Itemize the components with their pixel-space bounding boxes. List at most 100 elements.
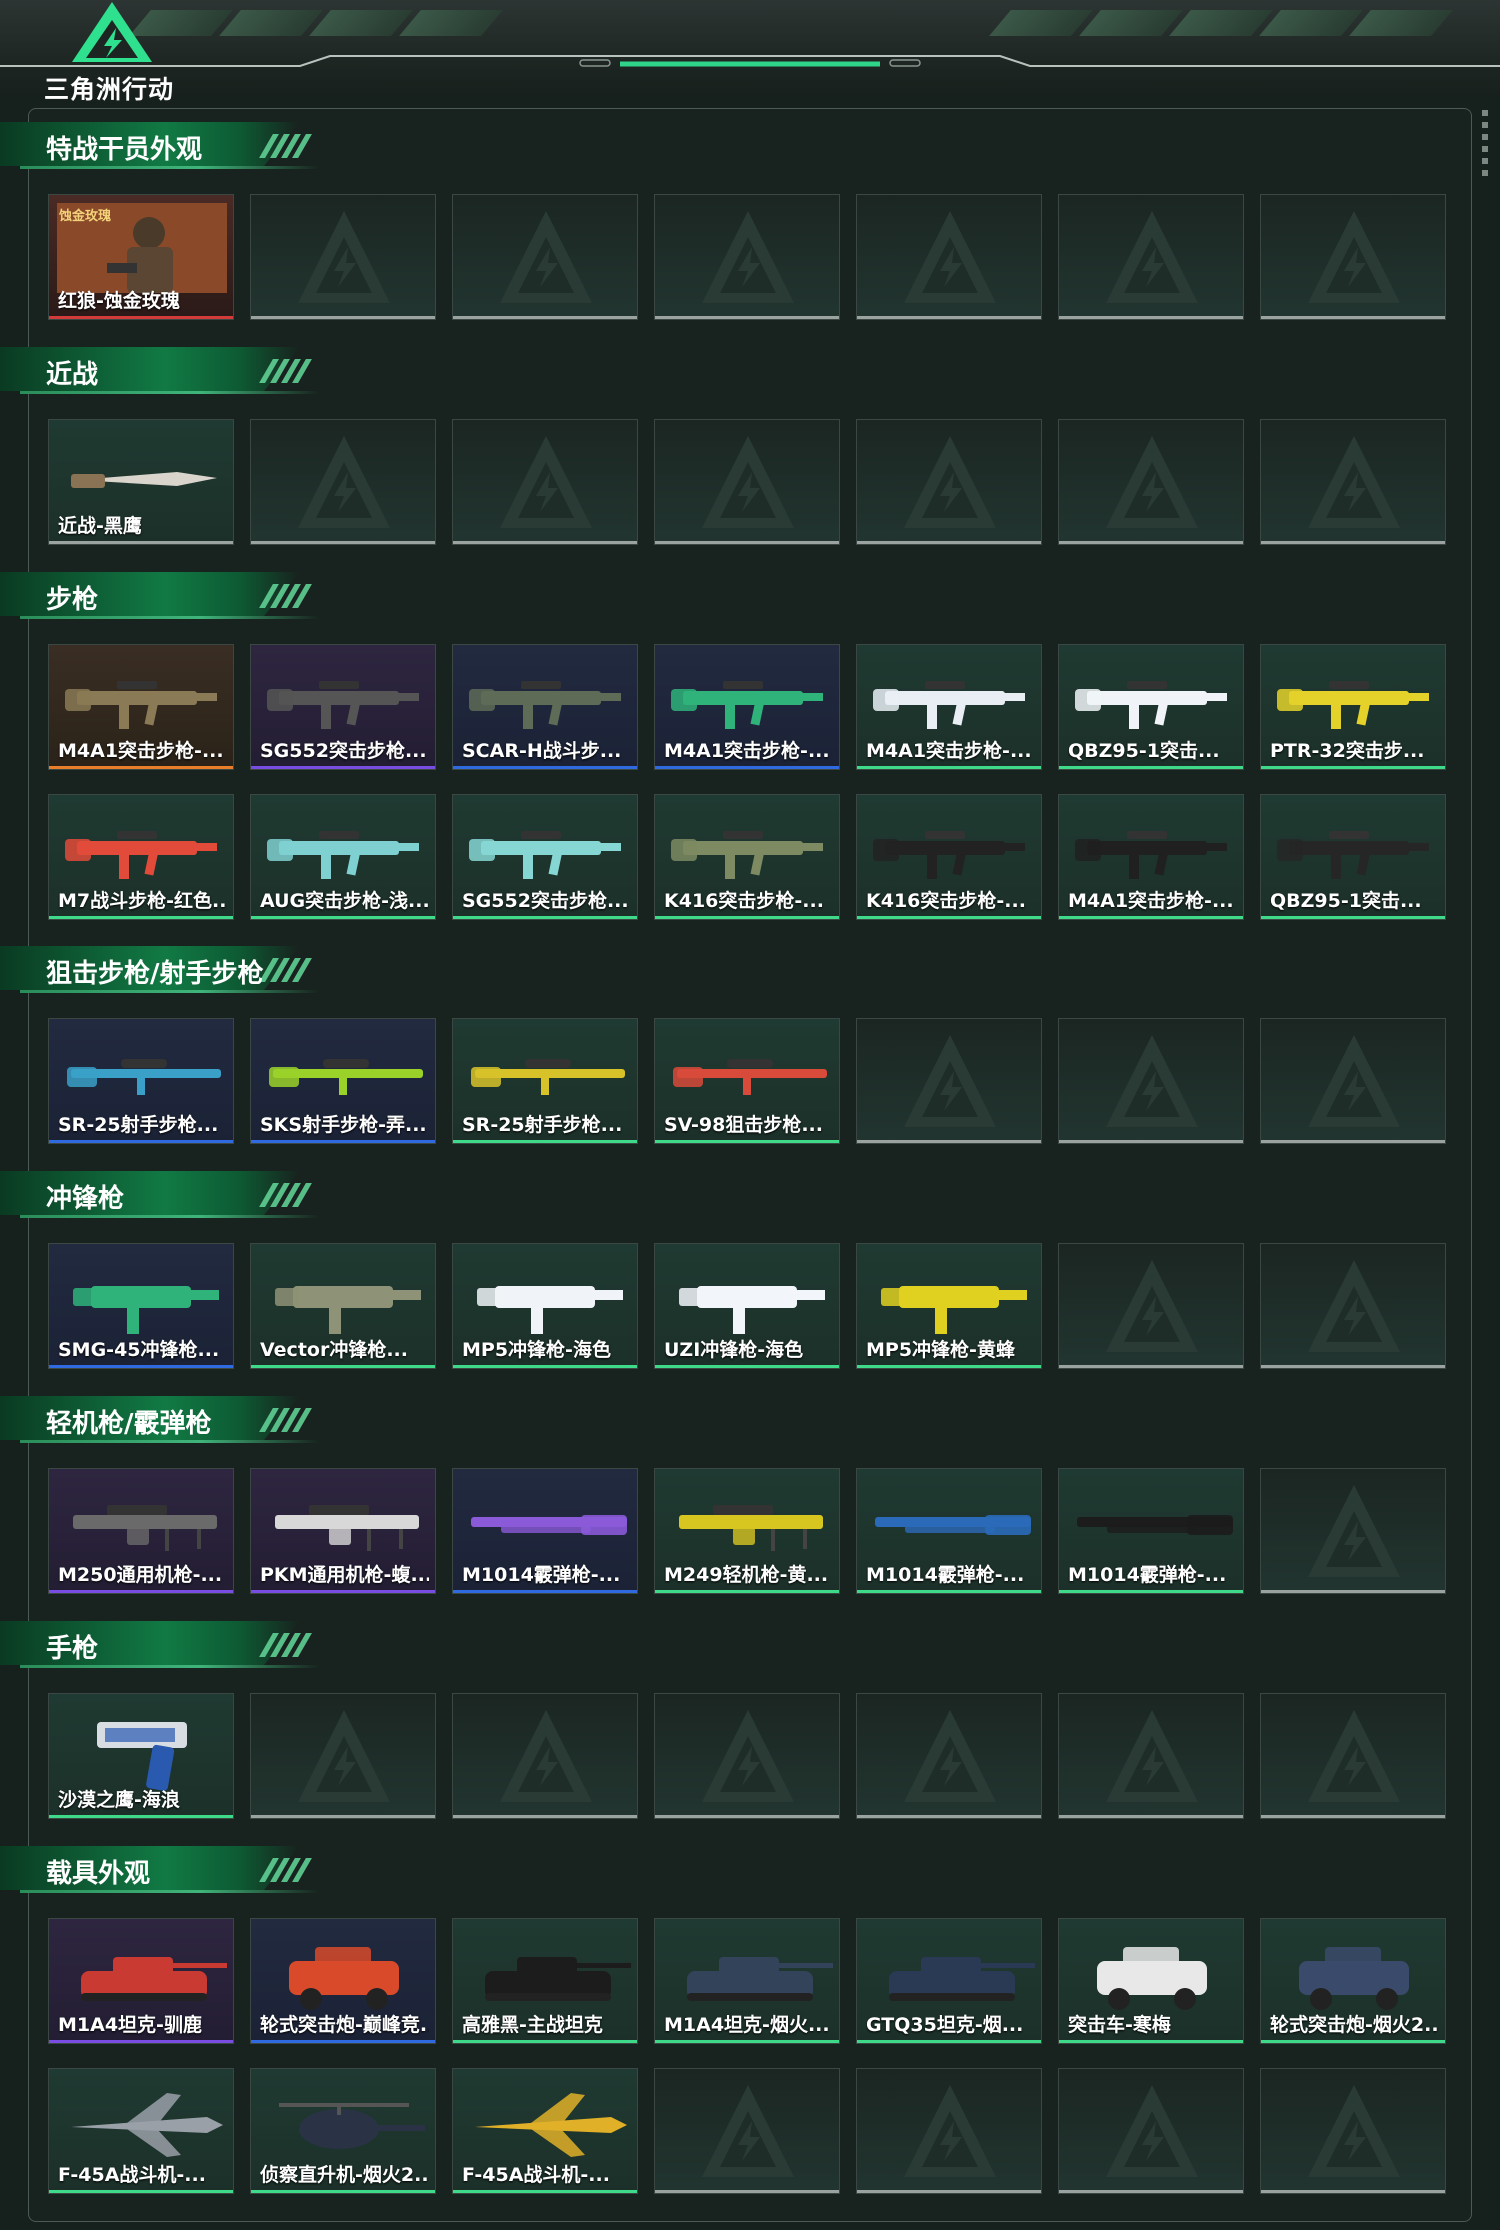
section-header: 冲锋枪	[0, 1171, 330, 1219]
empty-slot	[856, 2068, 1042, 2194]
item-card[interactable]: M250通用机枪-...	[48, 1468, 234, 1594]
item-card[interactable]: QBZ95-1突击...	[1260, 794, 1446, 920]
rarity-bar	[1059, 541, 1243, 544]
item-label: QBZ95-1突击...	[1068, 740, 1220, 762]
lmg-icon	[679, 1505, 823, 1551]
rarity-bar	[49, 316, 233, 319]
section-header-marks	[259, 134, 312, 158]
item-card[interactable]: SR-25射手步枪...	[48, 1018, 234, 1144]
rifle-icon	[1277, 681, 1429, 729]
rarity-bar	[49, 2040, 233, 2043]
item-card[interactable]: 高雅黑-主战坦克	[452, 1918, 638, 2044]
knife-icon	[71, 472, 217, 488]
rarity-bar	[655, 1815, 839, 1818]
top-banner: 三角洲行动	[0, 0, 1500, 104]
item-label: M250通用机枪-...	[58, 1564, 223, 1586]
item-card[interactable]: F-45A战斗机-...	[48, 2068, 234, 2194]
rarity-bar	[49, 1365, 233, 1368]
empty-slot	[856, 1018, 1042, 1144]
item-card[interactable]: PKM通用机枪-蝮...	[250, 1468, 436, 1594]
item-label: SMG-45冲锋枪...	[58, 1339, 220, 1361]
item-card[interactable]: SCAR-H战斗步...	[452, 644, 638, 770]
item-label: AUG突击步枪-浅...	[260, 890, 429, 912]
item-label: M7战斗步枪-红色...	[58, 890, 227, 912]
rarity-bar	[1261, 1365, 1445, 1368]
rarity-bar	[1261, 916, 1445, 919]
item-card[interactable]: M1A4坦克-烟火...	[654, 1918, 840, 2044]
rifle-icon	[671, 681, 823, 729]
rarity-bar	[251, 541, 435, 544]
rarity-bar	[857, 766, 1041, 769]
shotgun-icon	[875, 1515, 1031, 1535]
placeholder-logo-icon	[1308, 1035, 1400, 1127]
item-card[interactable]: M4A1突击步枪-...	[856, 644, 1042, 770]
placeholder-logo-icon	[1308, 211, 1400, 303]
item-card[interactable]: 侦察直升机-烟火2...	[250, 2068, 436, 2194]
item-card[interactable]: M4A1突击步枪-...	[654, 644, 840, 770]
section-header-marks	[259, 1183, 312, 1207]
item-card[interactable]: SG552突击步枪...	[452, 794, 638, 920]
item-card[interactable]: K416突击步枪-...	[856, 794, 1042, 920]
skin-badge: 蚀金玫瑰	[59, 209, 112, 224]
empty-slot	[1260, 1693, 1446, 1819]
item-card[interactable]: M7战斗步枪-红色...	[48, 794, 234, 920]
rarity-bar	[1261, 316, 1445, 319]
placeholder-logo-icon	[702, 1710, 794, 1802]
item-card[interactable]: UZI冲锋枪-海色	[654, 1243, 840, 1369]
item-card[interactable]: M249轻机枪-黄...	[654, 1468, 840, 1594]
item-card[interactable]: 沙漠之鹰-海浪	[48, 1693, 234, 1819]
rarity-bar	[453, 766, 637, 769]
rarity-bar	[655, 1590, 839, 1593]
rarity-bar	[655, 766, 839, 769]
rarity-bar	[655, 1140, 839, 1143]
item-card[interactable]: SMG-45冲锋枪...	[48, 1243, 234, 1369]
placeholder-logo-icon	[298, 1710, 390, 1802]
item-card[interactable]: M1014霰弹枪-...	[452, 1468, 638, 1594]
item-card[interactable]: M4A1突击步枪-...	[48, 644, 234, 770]
item-card[interactable]: PTR-32突击步...	[1260, 644, 1446, 770]
jet-icon	[71, 2093, 223, 2157]
item-label: 轮式突击炮-巅峰竞...	[260, 2014, 429, 2036]
item-card[interactable]: F-45A战斗机-...	[452, 2068, 638, 2194]
section-header: 特战干员外观	[0, 122, 330, 170]
item-card[interactable]: M1014霰弹枪-...	[856, 1468, 1042, 1594]
rifle-icon	[469, 831, 621, 879]
car-icon	[289, 1947, 399, 2010]
item-card[interactable]: K416突击步枪-...	[654, 794, 840, 920]
rarity-bar	[251, 766, 435, 769]
item-card[interactable]: 轮式突击炮-烟火2...	[1260, 1918, 1446, 2044]
item-card[interactable]: SKS射手步枪-弄...	[250, 1018, 436, 1144]
item-card[interactable]: 近战-黑鹰	[48, 419, 234, 545]
item-card[interactable]: M1A4坦克-驯鹿	[48, 1918, 234, 2044]
item-label: PTR-32突击步...	[1270, 740, 1425, 762]
rarity-bar	[453, 916, 637, 919]
item-card[interactable]: SG552突击步枪...	[250, 644, 436, 770]
item-card[interactable]: SV-98狙击步枪...	[654, 1018, 840, 1144]
empty-slot	[250, 194, 436, 320]
item-card[interactable]: SR-25射手步枪...	[452, 1018, 638, 1144]
item-card[interactable]: GTQ35坦克-烟...	[856, 1918, 1042, 2044]
item-card[interactable]: AUG突击步枪-浅...	[250, 794, 436, 920]
empty-slot	[654, 2068, 840, 2194]
section-header-underline	[20, 990, 320, 993]
item-card[interactable]: M1014霰弹枪-...	[1058, 1468, 1244, 1594]
rarity-bar	[251, 916, 435, 919]
smg-icon	[881, 1286, 1027, 1334]
item-card[interactable]: Vector冲锋枪...	[250, 1243, 436, 1369]
rarity-bar	[1261, 766, 1445, 769]
item-card[interactable]: MP5冲锋枪-黄蜂	[856, 1243, 1042, 1369]
empty-slot	[654, 1693, 840, 1819]
item-label: M1A4坦克-烟火...	[664, 2014, 830, 2036]
item-card[interactable]: MP5冲锋枪-海色	[452, 1243, 638, 1369]
item-card[interactable]: QBZ95-1突击...	[1058, 644, 1244, 770]
placeholder-logo-icon	[1308, 436, 1400, 528]
item-card[interactable]: 轮式突击炮-巅峰竞...	[250, 1918, 436, 2044]
car-icon	[1097, 1947, 1207, 2010]
scroll-indicator[interactable]	[1482, 110, 1488, 180]
rarity-bar	[857, 2190, 1041, 2193]
item-card[interactable]: 突击车-寒梅	[1058, 1918, 1244, 2044]
item-card[interactable]: 蚀金玫瑰 红狼-蚀金玫瑰	[48, 194, 234, 320]
item-card[interactable]: M4A1突击步枪-...	[1058, 794, 1244, 920]
rarity-bar	[655, 541, 839, 544]
placeholder-logo-icon	[298, 436, 390, 528]
